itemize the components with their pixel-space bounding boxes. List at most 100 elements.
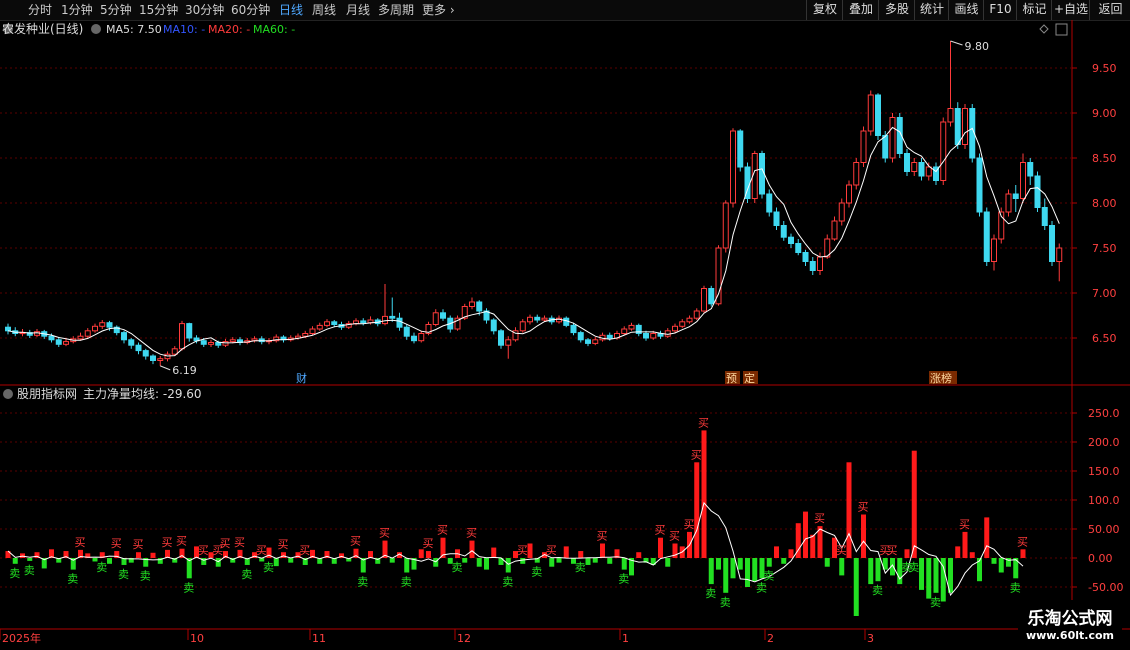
candle bbox=[316, 324, 323, 330]
net-volume-bar bbox=[107, 558, 112, 564]
sell-signal: 卖 bbox=[575, 561, 586, 574]
net-volume-bar bbox=[150, 552, 156, 558]
net-volume-bar bbox=[658, 537, 663, 558]
stock-title: 农发种业(日线) bbox=[2, 21, 83, 36]
ma20-label: MA20: - bbox=[208, 23, 250, 36]
event-tag-fixed: 定 bbox=[744, 371, 755, 385]
candle bbox=[621, 328, 628, 334]
buy-signal: 买 bbox=[423, 537, 434, 550]
net-volume-bar bbox=[585, 558, 591, 565]
high-price-label: 9.80 bbox=[965, 40, 990, 53]
net-volume-bar bbox=[288, 558, 294, 563]
candle bbox=[809, 261, 816, 271]
net-volume-bar bbox=[469, 540, 475, 558]
buy-signal: 买 bbox=[75, 536, 86, 549]
toolbar-button-1[interactable]: 叠加 bbox=[842, 0, 879, 20]
candle bbox=[215, 342, 222, 346]
main-y-tick-label: 6.50 bbox=[1092, 332, 1117, 345]
candle bbox=[411, 335, 417, 342]
period-tab-1[interactable]: 1分钟 bbox=[61, 2, 93, 18]
watermark-url: www.60lt.com bbox=[1025, 629, 1114, 642]
net-volume-bar bbox=[578, 551, 584, 558]
candle bbox=[730, 130, 736, 204]
toolbar-button-6[interactable]: 标记 bbox=[1016, 0, 1052, 20]
net-volume-bar bbox=[404, 558, 410, 573]
kline-chart: 9.50 9.00 8.50 8.00 7.50 7.00 6.50 9.80 6.19 财 预定 涨… bbox=[0, 20, 1130, 645]
net-volume-bar bbox=[904, 549, 910, 558]
period-tab-8[interactable]: 月线 bbox=[346, 2, 370, 18]
period-tab-7[interactable]: 周线 bbox=[312, 2, 336, 18]
net-volume-bar bbox=[969, 552, 975, 558]
sell-signal: 卖 bbox=[401, 576, 412, 589]
candle bbox=[229, 339, 236, 343]
sell-signal: 卖 bbox=[96, 561, 107, 574]
sell-signal: 卖 bbox=[263, 561, 274, 574]
layout-icon bbox=[1055, 23, 1068, 36]
net-volume-bar bbox=[781, 558, 787, 564]
net-volume-bar bbox=[919, 558, 924, 590]
candle bbox=[469, 301, 475, 307]
toolbar-button-5[interactable]: F10 bbox=[983, 0, 1017, 20]
buy-signal: 买 bbox=[162, 536, 173, 549]
period-tab-0[interactable]: 分时 bbox=[28, 2, 52, 18]
ma5-line bbox=[7, 126, 1060, 357]
buy-signal: 买 bbox=[858, 501, 869, 514]
time-axis-label: 3 bbox=[867, 632, 874, 645]
period-tab-6[interactable]: 日线 bbox=[279, 2, 303, 18]
period-tab-10[interactable]: 更多 › bbox=[422, 2, 455, 18]
net-volume-bar bbox=[549, 558, 555, 567]
period-tab-5[interactable]: 60分钟 bbox=[231, 2, 270, 18]
main-y-tick-label: 7.50 bbox=[1092, 242, 1117, 255]
buy-signal: 买 bbox=[691, 448, 702, 461]
candle bbox=[686, 317, 693, 323]
period-tab-9[interactable]: 多周期 bbox=[378, 2, 414, 18]
candle bbox=[179, 323, 185, 350]
candle bbox=[128, 339, 135, 346]
net-volume-bar bbox=[933, 558, 939, 593]
watermark: 乐淘公式网 www.60lt.com bbox=[1017, 600, 1122, 644]
net-volume-bar bbox=[868, 558, 874, 585]
buy-signal: 买 bbox=[1017, 535, 1028, 548]
toolbar-button-4[interactable]: 画线 bbox=[948, 0, 984, 20]
sell-signal: 卖 bbox=[908, 561, 919, 574]
net-volume-bar bbox=[462, 558, 468, 563]
candle bbox=[541, 317, 548, 321]
candle bbox=[672, 325, 678, 332]
diamond-icon bbox=[1039, 24, 1049, 34]
toolbar-button-2[interactable]: 多股 bbox=[878, 0, 915, 20]
net-volume-bar bbox=[955, 546, 961, 558]
candle bbox=[1034, 175, 1041, 208]
net-volume-bar bbox=[491, 547, 497, 558]
period-tab-2[interactable]: 5分钟 bbox=[100, 2, 132, 18]
toolbar-button-7[interactable]: +自选 bbox=[1051, 0, 1090, 20]
candle bbox=[534, 316, 541, 321]
candle bbox=[432, 312, 439, 325]
candle bbox=[911, 162, 918, 172]
main-y-tick-label: 8.50 bbox=[1092, 152, 1117, 165]
sell-signal: 卖 bbox=[756, 581, 767, 594]
net-volume-bar bbox=[824, 558, 830, 567]
candle bbox=[389, 315, 396, 319]
net-volume-bar bbox=[853, 558, 859, 616]
candle bbox=[882, 135, 889, 159]
toolbar-button-0[interactable]: 复权 bbox=[806, 0, 843, 20]
period-tab-4[interactable]: 30分钟 bbox=[185, 2, 224, 18]
candle bbox=[505, 339, 512, 346]
buy-signal: 买 bbox=[278, 538, 289, 551]
period-tab-3[interactable]: 15分钟 bbox=[139, 2, 178, 18]
toolbar-button-8[interactable]: 返回 bbox=[1089, 0, 1130, 20]
time-axis-label: 2 bbox=[767, 632, 774, 645]
candle bbox=[708, 288, 715, 305]
buy-signal: 买 bbox=[517, 544, 528, 557]
net-volume-bar bbox=[701, 430, 707, 558]
buy-signal: 买 bbox=[111, 537, 122, 550]
candle bbox=[157, 358, 164, 362]
candle bbox=[650, 333, 657, 339]
toolbar-button-3[interactable]: 统计 bbox=[914, 0, 949, 20]
candle bbox=[55, 339, 62, 345]
candle bbox=[838, 202, 845, 222]
buy-signal: 买 bbox=[220, 537, 231, 550]
net-volume-bar bbox=[433, 558, 439, 567]
candle bbox=[925, 166, 932, 177]
buy-signal: 买 bbox=[234, 536, 245, 549]
